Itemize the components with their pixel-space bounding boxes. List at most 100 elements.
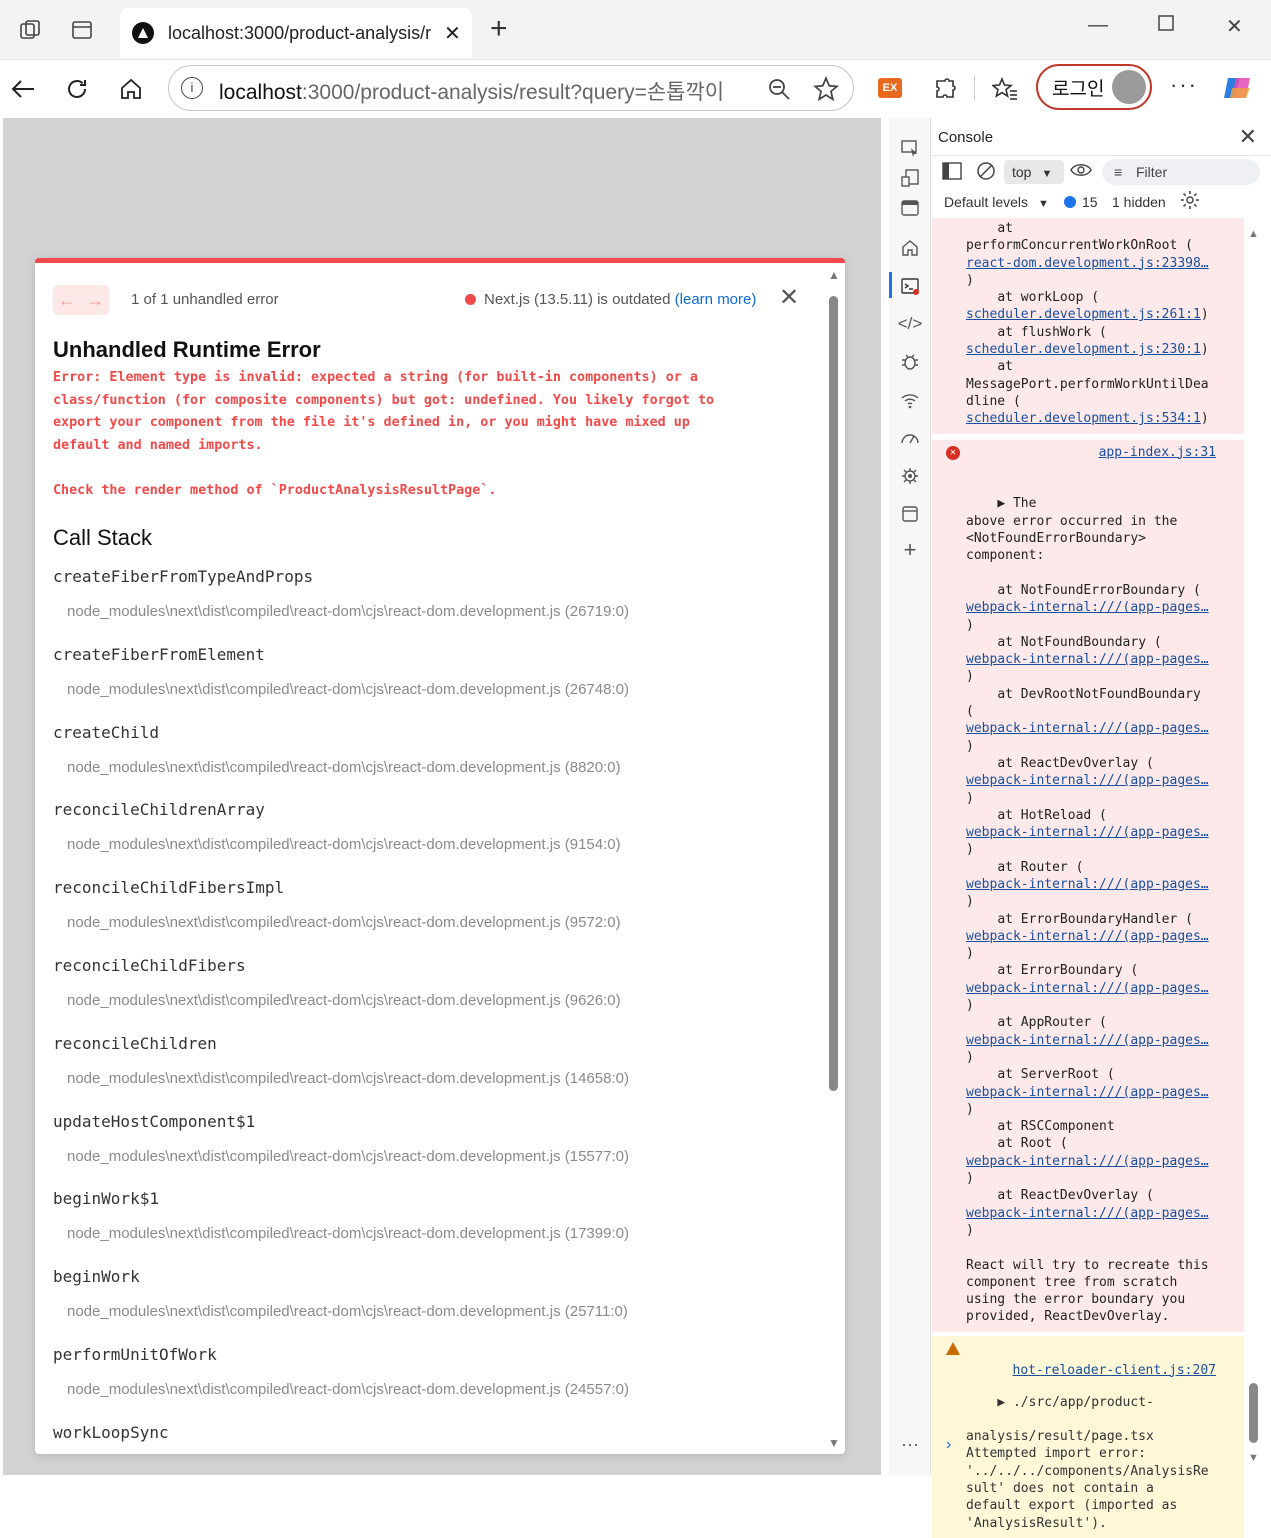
stack-link[interactable]: webpack-internal:///(app-pages… [966,929,1209,944]
minimize-icon[interactable]: — [1088,14,1108,37]
stack-link[interactable]: webpack-internal:///(app-pages… [966,1033,1209,1048]
stack-link[interactable]: webpack-internal:///(app-pages… [966,877,1209,892]
log-source-link[interactable]: hot-reloader-client.js:207 [1013,1362,1217,1379]
sources-code-icon[interactable]: </> [898,312,923,336]
stack-link[interactable]: webpack-internal:///(app-pages… [966,721,1209,736]
extensions-puzzle-icon[interactable] [930,74,960,104]
elements-home-icon[interactable] [898,236,922,260]
address-bar[interactable]: i localhost:3000/product-analysis/result… [168,65,854,111]
network-wifi-icon[interactable] [898,388,922,412]
stack-frame[interactable]: beginWork$1 node_modules\next\dist\compil… [53,1185,813,1263]
filter-icon: ≡ [1114,164,1123,180]
welcome-panel-icon[interactable] [898,196,922,220]
stack-frame-location[interactable]: node_modules\next\dist\compiled\react-do… [67,1381,629,1398]
tab-close-icon[interactable]: ✕ [444,21,461,46]
learn-more-link[interactable]: (learn more) [675,291,757,308]
inspect-element-icon[interactable] [898,136,922,160]
stack-frame[interactable]: reconcileChildFibers node_modules\next\di… [53,952,813,1030]
stack-frame-location[interactable]: node_modules\next\dist\compiled\react-do… [67,681,629,698]
stack-frame-location[interactable]: node_modules\next\dist\compiled\react-do… [67,1148,629,1165]
back-icon[interactable] [8,74,38,104]
stack-frame[interactable]: reconcileChildFibersImpl node_modules\nex… [53,874,813,952]
stack-frame[interactable]: createFiberFromTypeAndProps node_modules\… [53,563,813,641]
filter-input[interactable]: ≡ Filter [1102,159,1260,185]
stack-link[interactable]: scheduler.development.js:534:1 [966,411,1201,426]
stack-frame[interactable]: workLoopSync [53,1419,813,1454]
stack-link[interactable]: scheduler.development.js:230:1 [966,342,1201,357]
zoom-icon[interactable] [767,77,791,106]
stack-frame[interactable]: reconcileChildrenArray node_modules\next\… [53,796,813,874]
message-count-badge[interactable]: 15 [1064,194,1098,210]
home-icon[interactable] [116,74,146,104]
stack-link[interactable]: react-dom.development.js:23398… [966,256,1209,271]
scroll-down-icon[interactable]: ▼ [1248,1452,1259,1464]
console-input-prompt[interactable]: › [946,1436,951,1454]
stack-frame-location[interactable]: node_modules\next\dist\compiled\react-do… [67,759,621,776]
status-dot-icon [465,294,476,305]
window-close-icon[interactable]: ✕ [1226,14,1243,39]
console-settings-gear-icon[interactable] [1180,190,1200,213]
application-panel-icon[interactable] [898,502,922,526]
stack-frame[interactable]: reconcileChildren node_modules\next\dist\… [53,1030,813,1108]
new-tab-button[interactable]: + [490,14,508,44]
stack-frame-location[interactable]: node_modules\next\dist\compiled\react-do… [67,914,621,931]
vertical-tabs-icon[interactable] [68,16,96,44]
console-panel-icon[interactable] [898,274,922,298]
favorites-icon[interactable] [990,74,1020,104]
devtools-more-icon[interactable]: ··· [898,1432,922,1456]
stack-frame-location[interactable]: node_modules\next\dist\compiled\react-do… [67,992,621,1009]
overlay-close-icon[interactable]: ✕ [779,283,799,312]
stack-frame[interactable]: beginWork node_modules\next\dist\compiled… [53,1263,813,1341]
stack-link[interactable]: webpack-internal:///(app-pages… [966,1085,1209,1100]
workspaces-icon[interactable] [16,16,44,44]
stack-link[interactable]: webpack-internal:///(app-pages… [966,652,1209,667]
device-emulation-icon[interactable] [898,166,922,190]
context-select[interactable]: top ▼ [1004,160,1064,184]
favorite-star-icon[interactable] [813,75,839,107]
debugger-bug-icon[interactable] [898,350,922,374]
overlay-scrollbar[interactable]: ▲ ▼ [828,268,840,1453]
performance-gauge-icon[interactable] [898,426,922,450]
stack-link[interactable]: webpack-internal:///(app-pages… [966,1154,1209,1169]
scroll-down-icon[interactable]: ▼ [828,1436,840,1450]
console-scrollbar[interactable]: ▲ ▼ [1246,218,1260,1538]
stack-link[interactable]: webpack-internal:///(app-pages… [966,981,1209,996]
console-close-icon[interactable]: ✕ [1239,124,1257,150]
scroll-up-icon[interactable]: ▲ [828,268,840,282]
stack-frame[interactable]: createChild node_modules\next\dist\compil… [53,719,813,797]
stack-frame[interactable]: performUnitOfWork node_modules\next\dist\… [53,1341,813,1419]
more-tools-plus-icon[interactable]: + [898,537,922,562]
stack-frame-location[interactable]: node_modules\next\dist\compiled\react-do… [67,836,621,853]
stack-frame-location[interactable]: node_modules\next\dist\compiled\react-do… [67,1303,628,1320]
stack-link[interactable]: webpack-internal:///(app-pages… [966,1206,1209,1221]
active-tab[interactable]: localhost:3000/product-analysis/r ✕ [120,8,472,58]
refresh-icon[interactable] [62,74,92,104]
sidebar-toggle-icon[interactable] [942,162,962,185]
memory-chip-icon[interactable] [898,464,922,488]
clear-console-icon[interactable] [976,161,996,186]
more-menu-icon[interactable]: ··· [1170,72,1198,98]
scrollbar-thumb[interactable] [1249,1383,1258,1443]
maximize-icon[interactable] [1158,14,1174,37]
stack-frame[interactable]: createFiberFromElement node_modules\next\… [53,641,813,719]
stack-link[interactable]: scheduler.development.js:261:1 [966,307,1201,322]
site-info-icon[interactable]: i [181,77,203,99]
url-text[interactable]: localhost:3000/product-analysis/result?q… [219,76,724,106]
stack-frame-location[interactable]: node_modules\next\dist\compiled\react-do… [67,1225,629,1242]
stack-frame[interactable]: updateHostComponent$1 node_modules\next\d… [53,1108,813,1186]
scroll-up-icon[interactable]: ▲ [1248,228,1259,240]
stack-frame-location[interactable]: node_modules\next\dist\compiled\react-do… [67,603,629,620]
stack-link[interactable]: webpack-internal:///(app-pages… [966,600,1209,615]
live-expression-eye-icon[interactable] [1070,161,1092,184]
next-error-button[interactable]: → [86,290,104,311]
copilot-icon[interactable] [1222,74,1254,107]
log-source-link[interactable]: app-index.js:31 [1099,444,1216,461]
levels-dropdown[interactable]: Default levels ▼ [944,194,1049,210]
login-button[interactable]: 로그인 [1036,64,1152,110]
stack-link[interactable]: webpack-internal:///(app-pages… [966,773,1209,788]
scrollbar-thumb[interactable] [829,296,838,1091]
stack-frame-location[interactable]: node_modules\next\dist\compiled\react-do… [67,1070,629,1087]
extension-ex-icon[interactable]: EX [878,78,902,98]
previous-error-button[interactable]: ← [58,290,76,311]
stack-link[interactable]: webpack-internal:///(app-pages… [966,825,1209,840]
